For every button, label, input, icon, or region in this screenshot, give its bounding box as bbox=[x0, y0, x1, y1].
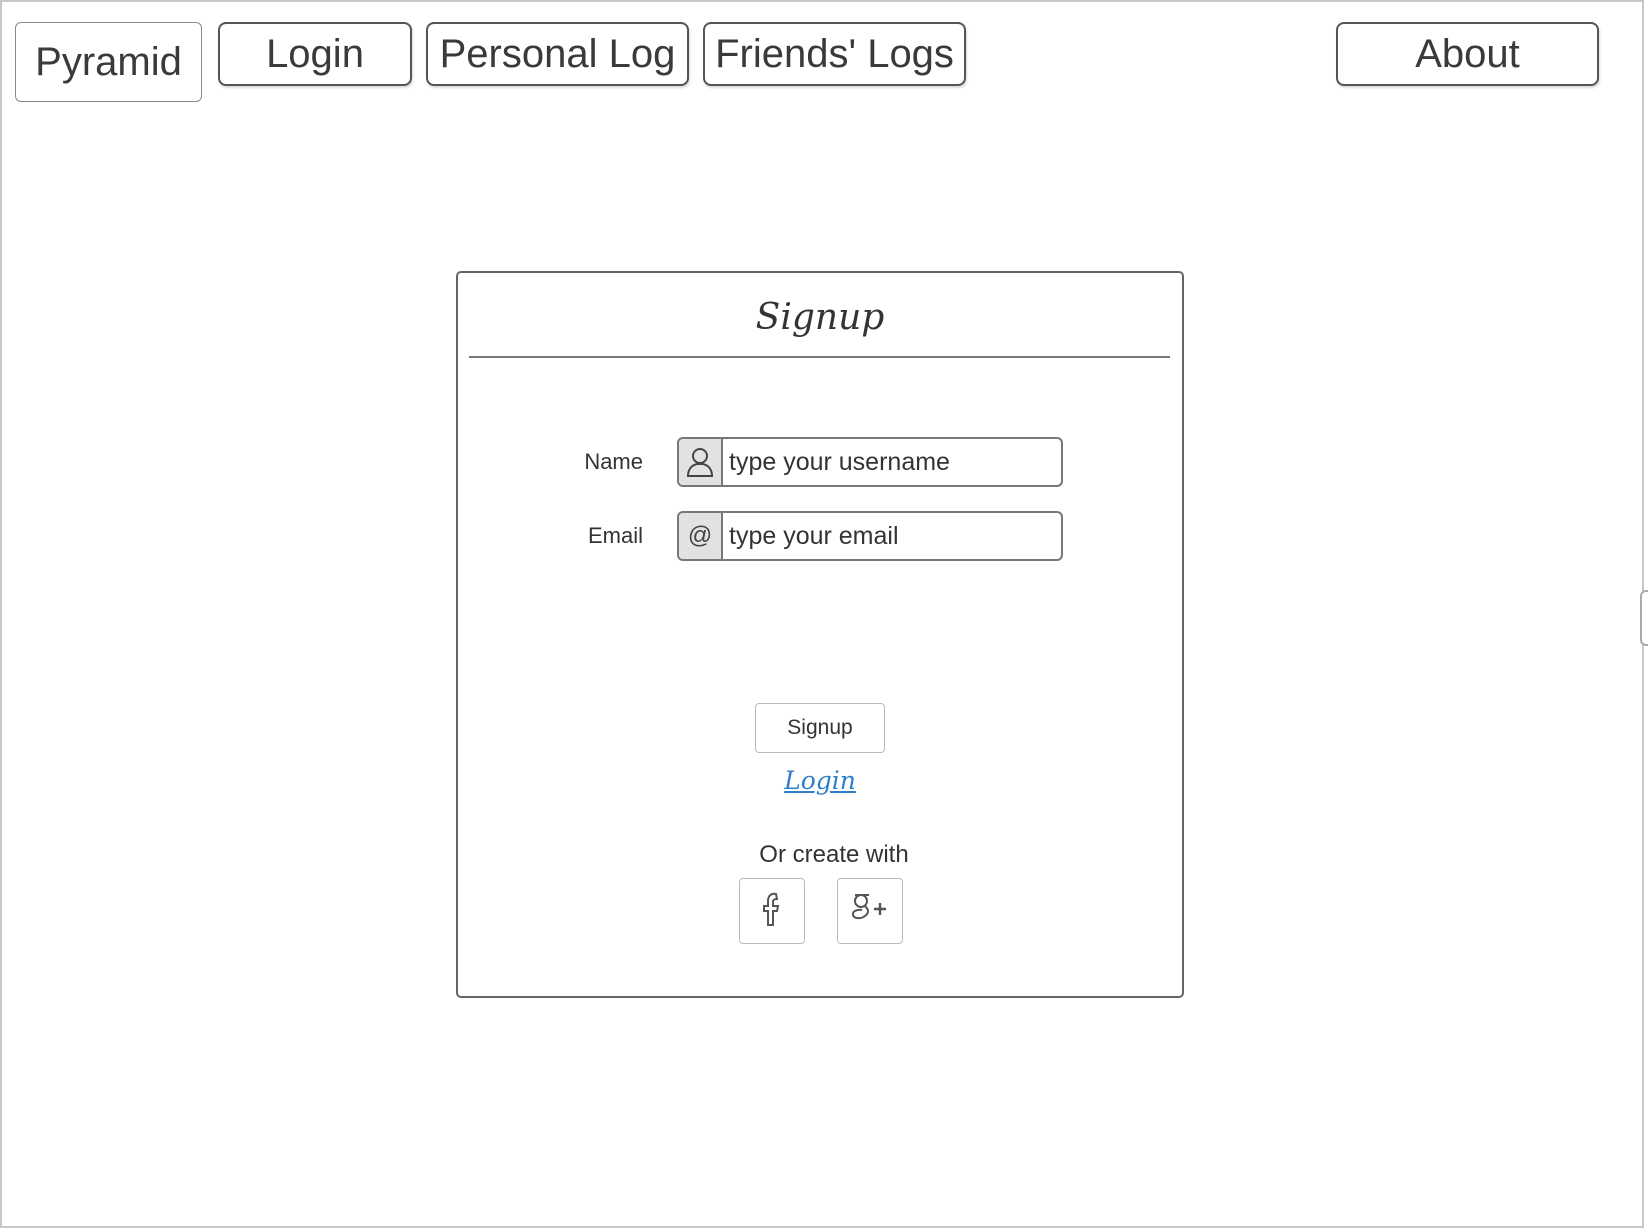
nav-about-button[interactable]: About bbox=[1336, 22, 1599, 86]
nav-personal-log-button[interactable]: Personal Log bbox=[426, 22, 689, 86]
google-plus-icon bbox=[848, 889, 892, 934]
signup-panel: Signup Name Email @ Signup Login Or crea… bbox=[456, 271, 1184, 998]
google-plus-button[interactable] bbox=[837, 878, 903, 944]
brand-button[interactable]: Pyramid bbox=[15, 22, 202, 102]
nav-login-button[interactable]: Login bbox=[218, 22, 412, 86]
name-label: Name bbox=[584, 449, 643, 474]
window-resize-handle[interactable] bbox=[1640, 590, 1648, 646]
at-sign-icon: @ bbox=[679, 513, 723, 559]
signup-button[interactable]: Signup bbox=[755, 703, 885, 753]
email-field-group: @ bbox=[677, 511, 1063, 561]
username-input[interactable] bbox=[723, 439, 1061, 485]
title-divider bbox=[469, 356, 1170, 358]
email-input[interactable] bbox=[723, 513, 1061, 559]
facebook-icon bbox=[757, 889, 787, 934]
app-window: Pyramid Login Personal Log Friends' Logs… bbox=[0, 0, 1648, 1228]
login-link[interactable]: Login bbox=[458, 766, 1182, 795]
create-with-label: Or create with bbox=[759, 841, 909, 868]
signup-title: Signup bbox=[755, 297, 885, 338]
name-field-group bbox=[677, 437, 1063, 487]
user-icon bbox=[679, 439, 723, 485]
facebook-button[interactable] bbox=[739, 878, 805, 944]
nav-friends-logs-button[interactable]: Friends' Logs bbox=[703, 22, 966, 86]
email-label: Email bbox=[587, 523, 643, 548]
